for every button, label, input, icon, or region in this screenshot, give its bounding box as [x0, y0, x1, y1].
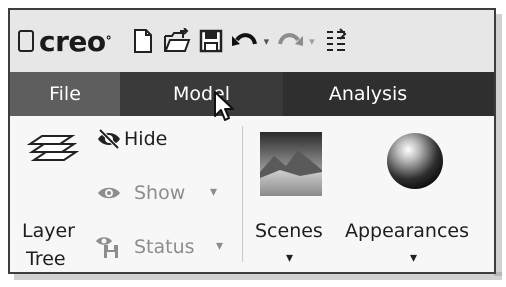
appearance-sphere-icon [384, 130, 446, 196]
appearances-dropdown-icon: ▾ [410, 250, 418, 266]
redo-icon[interactable] [275, 26, 305, 56]
ribbon-separator [242, 126, 243, 262]
layer-tree-label-line2: Tree [26, 248, 66, 270]
logo-text: creo [39, 24, 106, 58]
scenes-label: Scenes [255, 220, 323, 242]
layers-icon [20, 130, 80, 182]
redo-dropdown-icon[interactable]: ▾ [309, 35, 315, 48]
appearances-label: Appearances [345, 220, 469, 242]
scenes-dropdown-icon: ▾ [286, 250, 294, 266]
layer-tree-label-line1: Layer [22, 220, 75, 242]
quick-access-toolbar: creo ° ▾ ▾ [10, 10, 494, 72]
creo-window: creo ° ▾ ▾ File Model Analysis Layer Tre… [8, 8, 496, 274]
show-dropdown-icon: ▾ [210, 184, 218, 200]
scenes-icon [260, 132, 322, 200]
status-dropdown-icon: ▾ [216, 238, 224, 254]
logo-mark: ° [105, 34, 112, 48]
undo-icon[interactable] [230, 26, 260, 56]
tab-model[interactable]: Model [120, 72, 283, 116]
creo-logo: creo ° [18, 25, 112, 58]
logo-box-icon [18, 30, 34, 52]
status-icon [94, 234, 122, 264]
open-folder-icon[interactable] [162, 26, 192, 56]
tab-file[interactable]: File [10, 72, 120, 116]
regenerate-icon[interactable] [321, 26, 351, 56]
status-label: Status [134, 236, 195, 258]
mouse-pointer-icon [213, 90, 237, 128]
ribbon-tab-bar: File Model Analysis [10, 72, 494, 116]
hide-eye-icon [96, 128, 122, 154]
undo-dropdown-icon[interactable]: ▾ [264, 35, 270, 48]
hide-label: Hide [124, 128, 168, 150]
show-label: Show [134, 182, 186, 204]
tab-analysis[interactable]: Analysis [283, 72, 453, 116]
save-icon[interactable] [196, 26, 226, 56]
show-eye-icon [96, 184, 122, 206]
new-file-icon[interactable] [128, 26, 158, 56]
ribbon-panel: Layer Tree Hide Show ▾ Status ▾ Scenes ▾… [10, 116, 494, 272]
